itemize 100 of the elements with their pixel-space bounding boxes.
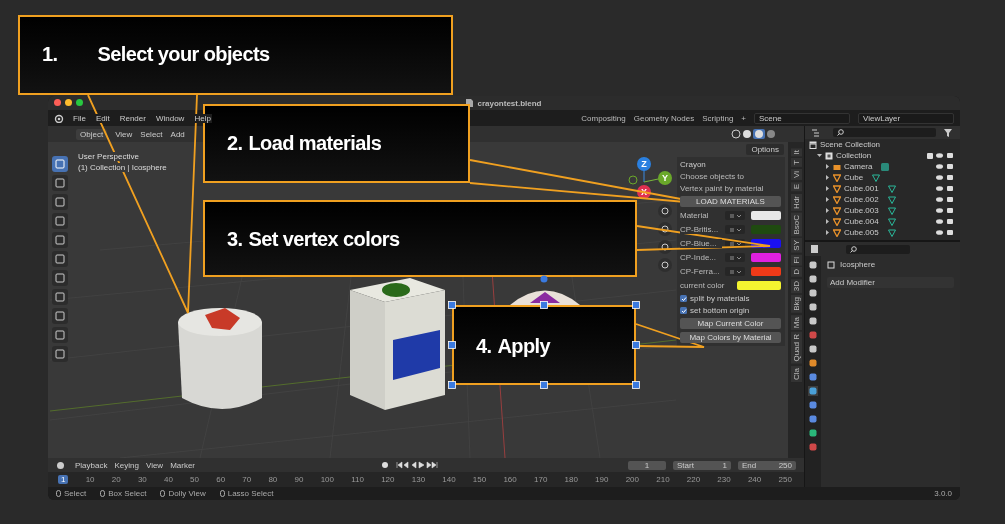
navigation-icon[interactable] <box>658 258 672 272</box>
map-colors-button[interactable]: Map Current Color <box>680 318 781 329</box>
color-swatch[interactable] <box>751 253 781 262</box>
expand-arrow-icon[interactable] <box>825 186 830 191</box>
tool-button[interactable] <box>52 175 68 191</box>
expand-arrow-icon[interactable] <box>825 197 830 202</box>
checkbox[interactable] <box>680 307 687 314</box>
cylinder-drawing[interactable] <box>178 308 262 409</box>
expand-arrow-icon[interactable] <box>825 164 830 169</box>
sidebar-tab[interactable]: D <box>790 267 802 278</box>
close-button[interactable] <box>54 99 61 106</box>
end-frame-field[interactable]: End 250 <box>738 460 796 470</box>
sidebar-tab[interactable]: BsoC <box>790 212 802 237</box>
visibility-icons[interactable] <box>936 218 954 225</box>
color-swatch[interactable] <box>751 267 781 276</box>
outliner-item[interactable]: Cube <box>805 172 960 183</box>
load-materials-button[interactable]: LOAD MATERIALS <box>680 196 781 207</box>
sidebar-tab[interactable]: SY <box>790 238 802 253</box>
selection-handle[interactable] <box>448 341 456 349</box>
timeline-menu-item[interactable]: View <box>145 460 164 470</box>
material-dropdown[interactable] <box>725 239 745 248</box>
visibility-icons[interactable] <box>936 152 954 159</box>
add-modifier-dropdown[interactable]: Add Modifier <box>827 277 954 288</box>
sidebar-tab[interactable]: Fl <box>790 254 802 266</box>
timeline-menu-item[interactable]: Marker <box>170 460 196 470</box>
checkbox[interactable] <box>680 295 687 302</box>
sidebar-tab[interactable]: E <box>790 182 802 192</box>
menu-item[interactable]: Help <box>193 113 212 123</box>
outliner-item[interactable]: Scene Collection <box>805 139 960 150</box>
tool-button[interactable] <box>52 270 68 286</box>
outliner-item[interactable]: Cube.004 <box>805 216 960 227</box>
timeline-menu-item[interactable]: Keying <box>114 460 139 470</box>
outliner-item[interactable]: Camera <box>805 161 960 172</box>
visibility-icons[interactable] <box>936 229 954 236</box>
menu-item[interactable]: File <box>72 113 87 123</box>
panel-title[interactable]: Crayon <box>680 160 781 169</box>
navigation-icon[interactable] <box>658 204 672 218</box>
view-layer-field[interactable]: ViewLayer <box>858 112 954 124</box>
selection-handle[interactable] <box>632 301 640 309</box>
viewport-menu-item[interactable]: Select <box>140 129 163 139</box>
scene-field[interactable]: Scene <box>754 112 850 124</box>
viewport-menu-item[interactable]: Add <box>170 129 185 139</box>
selection-handle[interactable] <box>448 381 456 389</box>
expand-arrow-icon[interactable] <box>825 175 830 180</box>
sidebar-tab[interactable]: T <box>790 158 802 168</box>
outliner-item[interactable]: Cube.005 <box>805 227 960 238</box>
selection-handle[interactable] <box>632 381 640 389</box>
navigation-icon[interactable] <box>658 240 672 254</box>
sidebar-tab[interactable]: Bkg <box>790 295 802 314</box>
zoom-button[interactable] <box>76 99 83 106</box>
material-dropdown[interactable] <box>725 267 745 276</box>
frame-number[interactable]: 1 <box>58 475 69 484</box>
options-dropdown[interactable]: Options <box>746 144 784 155</box>
tool-button[interactable] <box>52 289 68 305</box>
expand-arrow-icon[interactable] <box>825 208 830 213</box>
mode-dropdown[interactable]: Object <box>76 128 108 140</box>
visibility-icons[interactable] <box>936 163 954 170</box>
visibility-icons[interactable] <box>936 185 954 192</box>
tool-button[interactable] <box>52 346 68 362</box>
icosphere-drawing[interactable] <box>510 290 580 305</box>
visibility-icons[interactable] <box>936 174 954 181</box>
visibility-icons[interactable] <box>936 196 954 203</box>
workspace-tab[interactable]: Scripting <box>702 113 734 123</box>
sidebar-tab[interactable]: Ma <box>790 315 802 331</box>
color-swatch[interactable] <box>751 225 781 234</box>
sidebar-tab[interactable]: Quad R <box>790 332 802 364</box>
outliner-item[interactable]: Cube.001 <box>805 183 960 194</box>
selection-handle[interactable] <box>632 341 640 349</box>
visibility-icons[interactable] <box>936 207 954 214</box>
sidebar-tab[interactable]: Hdr <box>790 193 802 211</box>
outliner-item[interactable]: Cube.002 <box>805 194 960 205</box>
cube-drawing[interactable] <box>350 278 445 410</box>
tool-button[interactable] <box>52 251 68 267</box>
tool-button[interactable] <box>52 213 68 229</box>
material-dropdown[interactable] <box>725 225 745 234</box>
outliner-item[interactable]: Collection <box>805 150 960 161</box>
search-field[interactable] <box>846 244 910 254</box>
minimize-button[interactable] <box>65 99 72 106</box>
navigation-icon[interactable] <box>658 222 672 236</box>
workspace-tab[interactable]: Geometry Nodes <box>633 113 695 123</box>
tool-button[interactable] <box>52 232 68 248</box>
start-frame-field[interactable]: Start 1 <box>673 460 731 470</box>
viewport-menu-item[interactable]: View <box>115 129 133 139</box>
tool-button[interactable] <box>52 194 68 210</box>
tool-button[interactable] <box>52 156 68 172</box>
tool-button[interactable] <box>52 327 68 343</box>
checkbox[interactable] <box>927 152 933 159</box>
sidebar-tab[interactable]: Vi <box>790 169 802 181</box>
color-swatch[interactable] <box>737 281 781 290</box>
workspace-tab[interactable]: + <box>741 113 746 123</box>
rotation-handle[interactable] <box>540 275 548 283</box>
expand-arrow-icon[interactable] <box>817 153 822 158</box>
map-colors-button[interactable]: Map Colors by Material <box>680 332 781 343</box>
app-logo-icon[interactable] <box>54 113 64 123</box>
menu-item[interactable]: Window <box>154 113 186 123</box>
expand-arrow-icon[interactable] <box>825 230 830 235</box>
filter-icon[interactable] <box>944 128 954 137</box>
menu-item[interactable]: Render <box>118 113 147 123</box>
selection-handle[interactable] <box>540 381 548 389</box>
material-dropdown[interactable] <box>725 253 745 262</box>
